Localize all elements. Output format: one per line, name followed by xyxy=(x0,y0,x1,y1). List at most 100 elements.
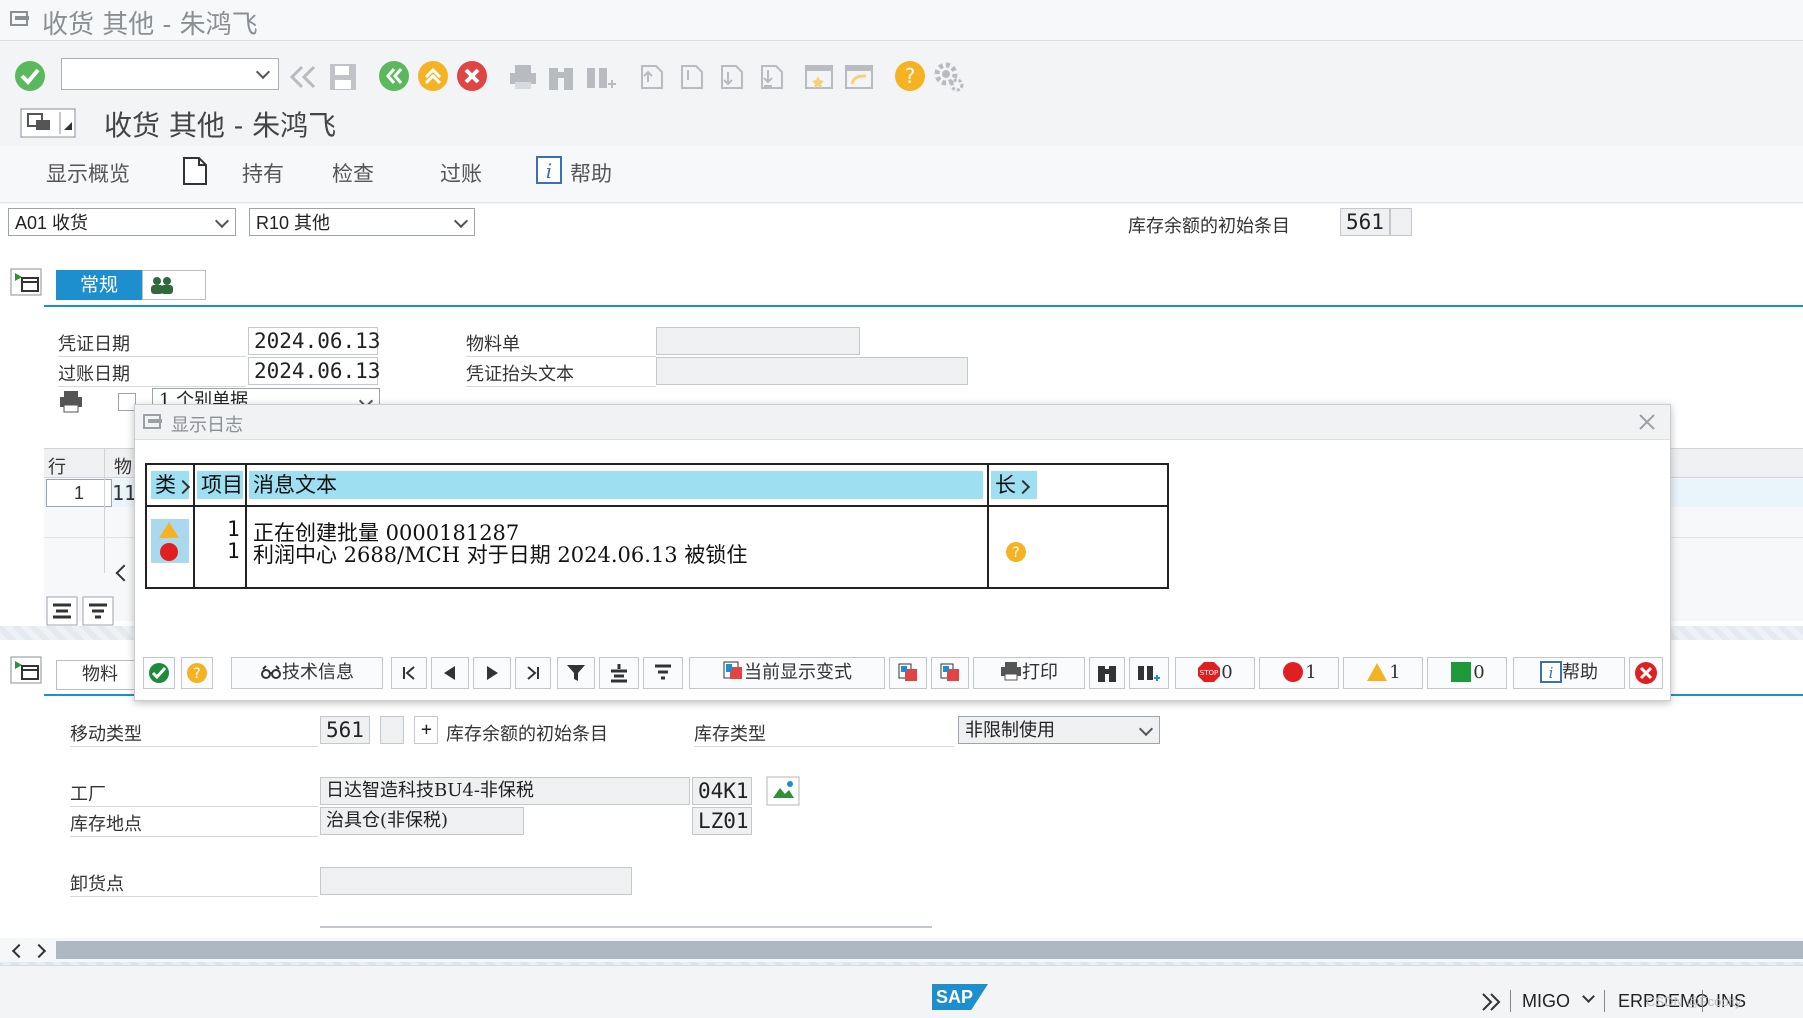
check-button[interactable]: 检查 xyxy=(332,158,374,188)
tab-general[interactable]: 常规 xyxy=(56,270,142,300)
find-next-button[interactable] xyxy=(1129,657,1169,689)
previous-page-icon xyxy=(681,65,703,89)
success-filter-button[interactable]: 0 xyxy=(1427,657,1507,689)
tab-partner[interactable] xyxy=(142,270,206,300)
movement-indicator-field[interactable] xyxy=(1390,208,1412,236)
movement-type-field[interactable]: 561 xyxy=(1340,208,1390,236)
field-edge xyxy=(320,926,932,928)
confirm-button[interactable] xyxy=(143,657,175,689)
technical-info-label: 技术信息 xyxy=(282,662,354,683)
exit-icon[interactable] xyxy=(417,60,449,92)
column-divider xyxy=(104,449,105,573)
storage-location-code-field[interactable]: LZ01 xyxy=(692,807,752,835)
command-field[interactable] xyxy=(61,58,279,90)
sort-descending-button[interactable] xyxy=(643,657,683,689)
binoculars-plus-icon xyxy=(1138,666,1160,681)
help-button[interactable]: ? xyxy=(181,657,213,689)
last-page-icon xyxy=(761,65,783,89)
header-text-label: 凭证抬头文本 xyxy=(466,360,656,387)
action-select[interactable]: A01 收货 xyxy=(8,208,236,236)
filter-button[interactable] xyxy=(557,657,595,689)
col-type-label: 类 xyxy=(155,473,176,497)
header-text-field[interactable] xyxy=(656,357,968,385)
new-document-icon[interactable] xyxy=(182,156,208,186)
help-button[interactable]: 帮助 xyxy=(570,158,612,188)
current-variant-button[interactable]: 当前显示变式 xyxy=(689,657,885,689)
col-long-header[interactable]: 长 xyxy=(991,471,1037,499)
col-item-header[interactable]: 项目 xyxy=(197,471,243,499)
stop-count: 0 xyxy=(1221,662,1233,683)
col-text-header[interactable]: 消息文本 xyxy=(249,471,983,499)
display-log-dialog: 显示日志 类 项目 消息文本 长 1 正在创建批量 0000181287 1 利… xyxy=(134,404,1671,701)
find-button[interactable] xyxy=(1089,657,1125,689)
close-icon[interactable] xyxy=(1638,413,1656,431)
dialog-help-button[interactable]: i 帮助 xyxy=(1513,657,1625,689)
stock-type-value: 非限制使用 xyxy=(965,720,1055,741)
chevron-down-icon xyxy=(1138,721,1154,737)
tab-material[interactable]: 物料 xyxy=(56,660,144,690)
technical-info-button[interactable]: 技术信息 xyxy=(231,657,383,689)
settings-gear-icon[interactable] xyxy=(932,60,964,92)
scroll-left-icon[interactable] xyxy=(115,564,133,582)
last-entry-button[interactable] xyxy=(515,657,551,689)
copy-layout-button[interactable] xyxy=(889,657,927,689)
enter-checkmark-icon[interactable] xyxy=(14,60,46,92)
row-material: 11 xyxy=(112,481,137,505)
movement-type-label: 库存余额的初始条目 xyxy=(1128,216,1290,237)
warning-count: 1 xyxy=(1389,662,1401,683)
plant-code-field[interactable]: 04K1 xyxy=(692,777,752,805)
stop-filter-button[interactable]: STOP 0 xyxy=(1175,657,1255,689)
row-number[interactable]: 1 xyxy=(46,479,112,507)
stock-type-select[interactable]: 非限制使用 xyxy=(958,716,1160,744)
help-icon[interactable]: ? xyxy=(894,60,926,92)
material-doc-field xyxy=(656,327,860,355)
scrollbar-thumb[interactable] xyxy=(56,941,1803,959)
checkmark-icon xyxy=(149,663,169,683)
select-all-icon[interactable] xyxy=(46,596,78,626)
filter-icon[interactable] xyxy=(82,596,114,626)
column-divider xyxy=(245,465,247,587)
sort-ascending-button[interactable] xyxy=(599,657,639,689)
doc-date-field[interactable]: 2024.06.13 xyxy=(248,327,380,355)
image-icon[interactable] xyxy=(766,776,800,806)
reference-select[interactable]: R10 其他 xyxy=(249,208,475,236)
horizontal-scrollbar[interactable] xyxy=(0,938,1803,962)
display-overview-button[interactable]: 显示概览 xyxy=(46,158,130,188)
print-icon[interactable] xyxy=(58,390,84,414)
post-date-field[interactable]: 2024.06.13 xyxy=(248,357,380,385)
column-divider xyxy=(193,465,195,587)
error-filter-button[interactable]: 1 xyxy=(1259,657,1339,689)
next-entry-button[interactable] xyxy=(473,657,511,689)
col-type-header[interactable]: 类 xyxy=(151,471,191,499)
dialog-cancel-button[interactable] xyxy=(1629,657,1663,689)
col-row-header: 行 xyxy=(48,457,66,478)
success-count: 0 xyxy=(1473,662,1485,683)
info-icon[interactable]: i xyxy=(536,156,562,184)
back-icon[interactable] xyxy=(378,60,410,92)
double-right-chevron-icon[interactable] xyxy=(1480,992,1502,1012)
stock-type-label: 库存类型 xyxy=(694,720,954,747)
unloading-point-field[interactable] xyxy=(320,867,632,895)
scroll-left-icon[interactable] xyxy=(11,943,27,959)
shortcut-icon xyxy=(845,65,873,89)
scroll-right-icon[interactable] xyxy=(31,943,47,959)
chevron-down-icon[interactable] xyxy=(1582,990,1595,1003)
long-text-help-icon[interactable]: ? xyxy=(1005,541,1027,563)
choose-layout-button[interactable] xyxy=(931,657,969,689)
previous-entry-button[interactable] xyxy=(431,657,469,689)
warning-triangle-icon xyxy=(1367,663,1388,681)
menu-toggle-icon[interactable] xyxy=(20,108,76,138)
cancel-icon[interactable] xyxy=(456,60,488,92)
warning-filter-button[interactable]: 1 xyxy=(1343,657,1423,689)
collapse-detail-icon[interactable] xyxy=(10,656,42,684)
post-button[interactable]: 过账 xyxy=(440,158,482,188)
window-menu-icon[interactable] xyxy=(10,10,32,28)
dialog-menu-icon[interactable] xyxy=(143,413,165,431)
dialog-help-label: 帮助 xyxy=(1562,662,1598,683)
plant-name-field: 日达智造科技BU4-非保税 xyxy=(320,777,690,805)
collapse-header-icon[interactable] xyxy=(10,268,42,296)
print-label: 打印 xyxy=(1022,662,1058,683)
first-entry-button[interactable] xyxy=(391,657,427,689)
hold-button[interactable]: 持有 xyxy=(242,158,284,188)
print-button[interactable]: 打印 xyxy=(973,657,1085,689)
